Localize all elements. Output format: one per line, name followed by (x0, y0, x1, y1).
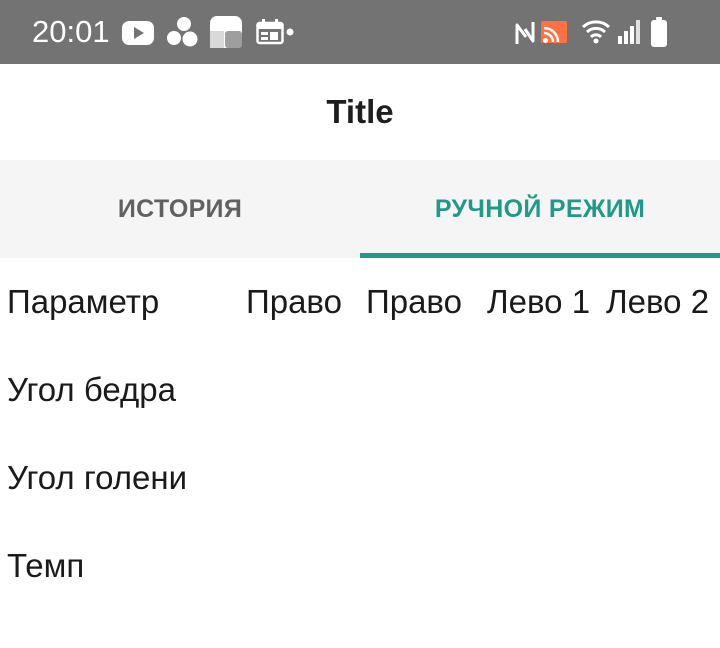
tab-bar: ИСТОРИЯ РУЧНОЙ РЕЖИМ (0, 160, 720, 258)
header-left-2: Лево 2 (606, 283, 710, 320)
row-label-shin-angle: Угол голени (7, 459, 188, 496)
widget-icon (210, 16, 242, 48)
header-left-1: Лево 1 (487, 283, 591, 320)
more-dot-icon (286, 28, 294, 36)
status-bar: 20:01 (0, 0, 720, 64)
status-time: 20:01 (32, 14, 110, 49)
page-title: Title (326, 93, 394, 130)
signal-icon (618, 20, 640, 44)
tab-history[interactable]: ИСТОРИЯ (0, 160, 360, 258)
row-label-tempo: Темп (7, 547, 85, 584)
header-right-2: Право (366, 283, 462, 320)
wifi-icon (581, 20, 611, 44)
header-parameter: Параметр (7, 283, 160, 320)
cast-icon (541, 21, 567, 43)
youtube-icon (122, 21, 154, 45)
calendar-icon (256, 19, 284, 45)
header-right-1: Право (246, 283, 342, 320)
tab-manual-mode[interactable]: РУЧНОЙ РЕЖИМ (360, 160, 720, 258)
app-dots-icon (167, 17, 198, 47)
battery-icon (651, 17, 667, 47)
app-bar: Title (0, 64, 720, 160)
nfc-icon (515, 22, 535, 44)
parameters-table: Параметр Право Право Лево 1 Лево 2 Угол … (0, 258, 720, 648)
row-label-hip-angle: Угол бедра (7, 371, 176, 408)
